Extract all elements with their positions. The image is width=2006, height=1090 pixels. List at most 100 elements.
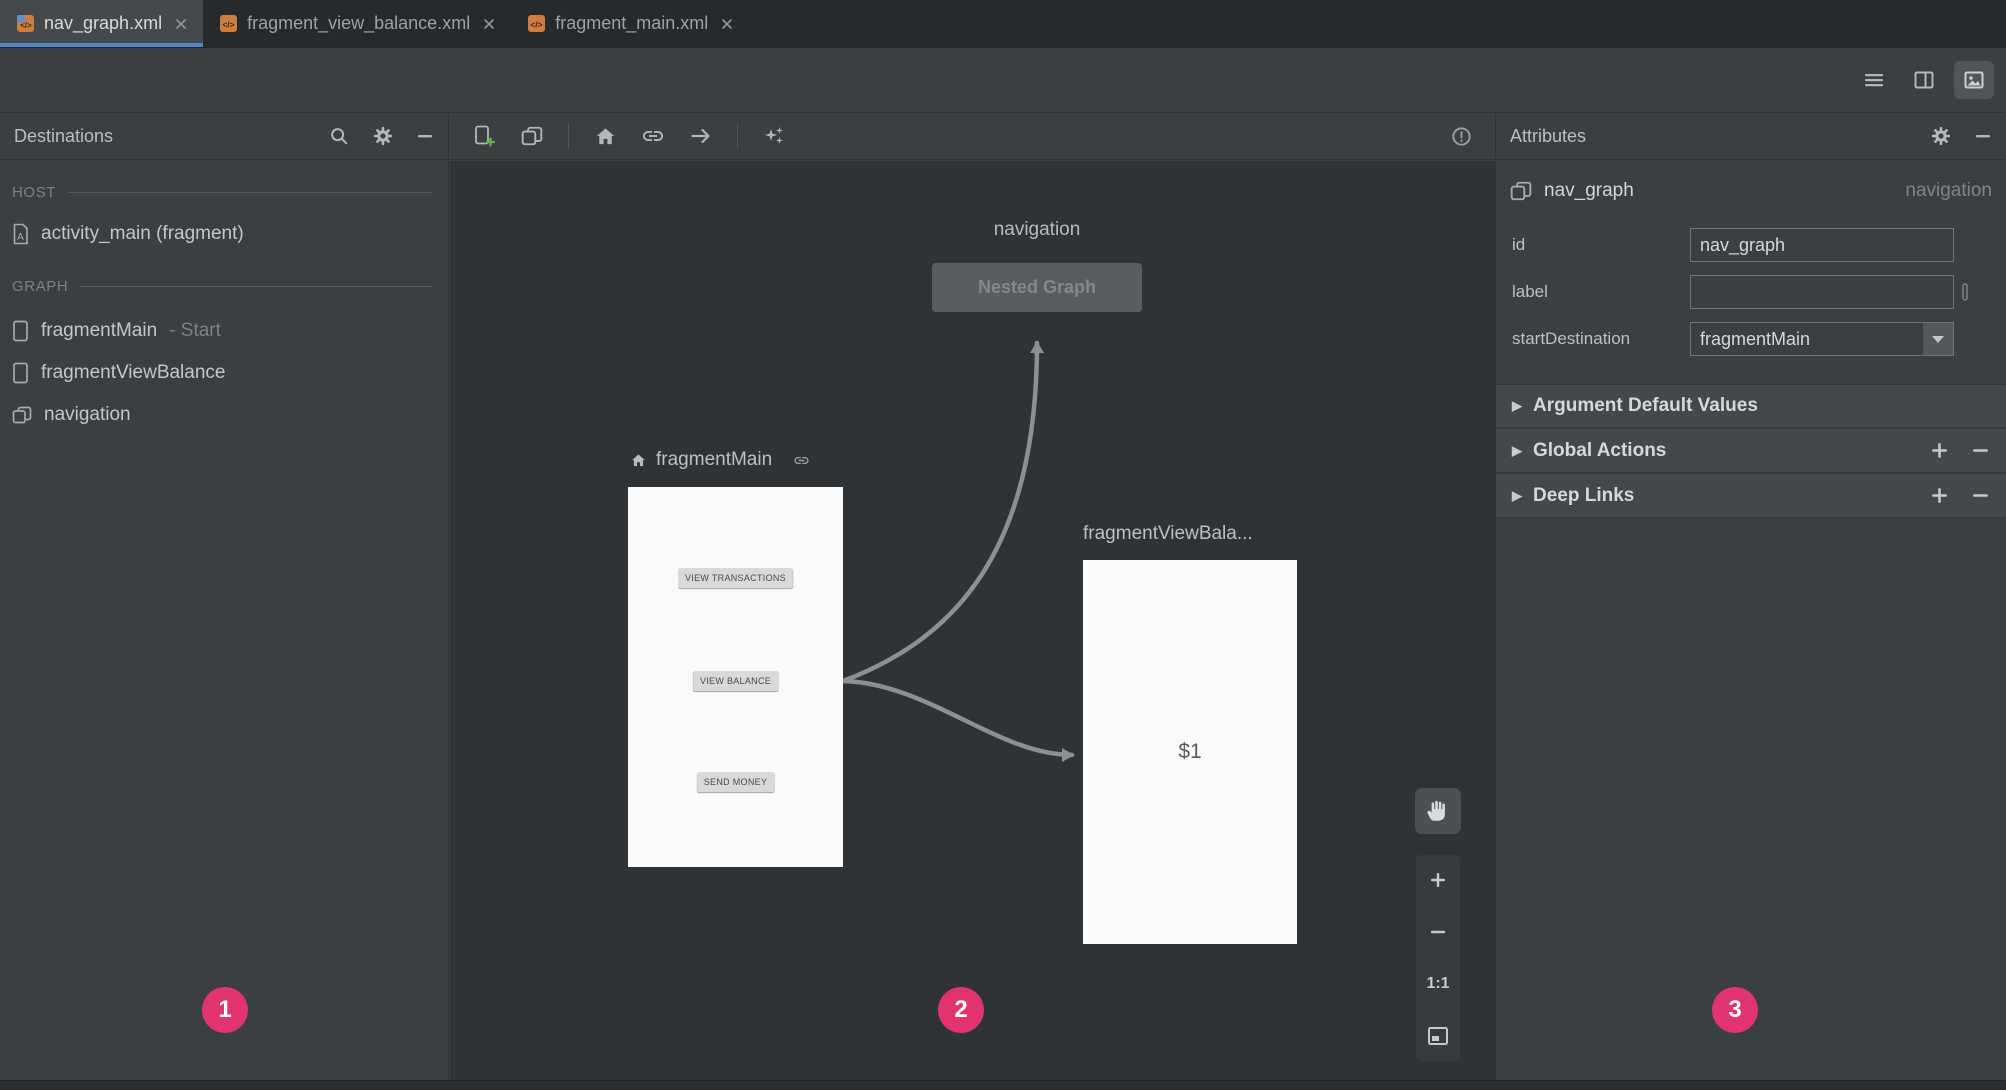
gear-icon[interactable]: [1930, 125, 1952, 147]
id-field[interactable]: [1690, 228, 1954, 262]
activity-icon: A: [12, 223, 29, 245]
callout-badge-3: 3: [1712, 987, 1758, 1033]
label-field-row: label: [1512, 275, 1994, 309]
view-mode-toggles: [1854, 61, 1994, 99]
callout-badge-1: 1: [202, 987, 248, 1033]
component-name: nav_graph: [1544, 180, 1634, 201]
attributes-title: Attributes: [1510, 125, 1587, 146]
component-type: navigation: [1905, 180, 1992, 201]
xml-file-icon: </>: [527, 14, 546, 33]
nav-editor-toolbar: [450, 113, 1495, 160]
preview-button: VIEW BALANCE: [692, 671, 779, 691]
fragment-main-preview[interactable]: VIEW TRANSACTIONS VIEW BALANCE SEND MONE…: [628, 487, 843, 867]
destination-navigation[interactable]: navigation: [0, 394, 448, 436]
fragment-icon: [12, 320, 29, 342]
graph-section-label: GRAPH: [0, 268, 448, 304]
destinations-panel: Destinations HOST A activity_main (fragm…: [0, 113, 449, 1080]
nested-graph-node[interactable]: Nested Graph: [932, 263, 1142, 312]
zoom-in-button[interactable]: [1422, 865, 1454, 895]
preview-button: SEND MONEY: [696, 772, 775, 792]
toolbar-divider: [737, 123, 738, 149]
nested-graph-icon: [1510, 181, 1532, 201]
tab-label: nav_graph.xml: [44, 13, 163, 33]
field-marker-icon[interactable]: [1960, 281, 1970, 303]
xml-file-icon: </>: [219, 14, 238, 33]
attributes-header: Attributes: [1496, 113, 2006, 160]
label-field-label: label: [1512, 282, 1548, 301]
preview-text: $1: [1178, 740, 1202, 763]
tab-fragment-main-xml[interactable]: </> fragment_main.xml: [511, 0, 749, 47]
fragment-main-node-label[interactable]: fragmentMain: [630, 449, 810, 471]
svg-text:</>: </>: [222, 20, 234, 30]
chevron-right-icon: ▶: [1512, 398, 1522, 413]
design-view-icon[interactable]: [1954, 61, 1994, 99]
pan-tool-button[interactable]: [1415, 788, 1461, 834]
chevron-down-icon[interactable]: [1923, 323, 1953, 355]
window-bottom-edge: [0, 1080, 2006, 1090]
nested-graph-title: navigation: [993, 219, 1081, 240]
host-section-label: HOST: [0, 174, 448, 210]
nested-graph-icon: [12, 406, 32, 424]
start-destination-suffix: - Start: [169, 320, 221, 341]
destination-fragment-main[interactable]: fragmentMain - Start: [0, 310, 448, 352]
split-view-icon[interactable]: [1904, 61, 1944, 99]
close-icon[interactable]: [175, 18, 187, 30]
selected-component-row: nav_graph navigation: [1496, 168, 2006, 214]
label-field[interactable]: [1690, 275, 1954, 309]
android-studio-window: </> nav_graph.xml </> fragment_view_bala…: [0, 0, 2006, 1090]
hand-icon: [1425, 798, 1451, 824]
link-icon[interactable]: [637, 120, 669, 152]
gear-icon[interactable]: [372, 125, 394, 147]
svg-text:</>: </>: [20, 21, 32, 30]
search-icon[interactable]: [328, 125, 350, 147]
remove-icon[interactable]: [1971, 441, 1990, 460]
toolbar-divider: [568, 123, 569, 149]
destinations-header: Destinations: [0, 113, 448, 160]
section-global-actions[interactable]: ▶ Global Actions: [1496, 429, 2006, 474]
nav-graph-canvas[interactable]: navigation Nested Graph fragmentMain VIE…: [450, 161, 1495, 1080]
svg-text:</>: </>: [531, 20, 543, 30]
hide-panel-icon[interactable]: [416, 127, 434, 145]
close-icon[interactable]: [483, 18, 495, 30]
editor-toolbar-row: [0, 48, 2006, 113]
tab-label: fragment_main.xml: [555, 13, 709, 33]
fragment-icon: [12, 362, 29, 384]
add-icon[interactable]: [1930, 486, 1949, 505]
add-icon[interactable]: [1930, 441, 1949, 460]
fragment-view-balance-preview[interactable]: $1: [1083, 560, 1297, 944]
destination-activity-main[interactable]: A activity_main (fragment): [0, 210, 448, 258]
home-icon[interactable]: [589, 120, 621, 152]
section-argument-default-values[interactable]: ▶ Argument Default Values: [1496, 384, 2006, 429]
start-destination-select[interactable]: fragmentMain: [1690, 322, 1954, 356]
nav-editor-panel: navigation Nested Graph fragmentMain VIE…: [450, 113, 1495, 1080]
start-destination-field-row: startDestination fragmentMain: [1512, 322, 1994, 356]
tab-label: fragment_view_balance.xml: [247, 13, 471, 33]
zoom-reset-button[interactable]: 1:1: [1422, 969, 1454, 999]
new-destination-icon[interactable]: [468, 120, 500, 152]
new-nested-graph-icon[interactable]: [516, 120, 548, 152]
svg-text:A: A: [17, 232, 24, 243]
fragment-view-balance-node-label[interactable]: fragmentViewBala...: [1083, 523, 1253, 545]
preview-button: VIEW TRANSACTIONS: [678, 568, 793, 588]
destination-fragment-view-balance[interactable]: fragmentViewBalance: [0, 352, 448, 394]
zoom-to-fit-button[interactable]: [1422, 1021, 1454, 1051]
id-field-label: id: [1512, 235, 1526, 254]
hide-panel-icon[interactable]: [1974, 127, 1992, 145]
start-destination-field-label: startDestination: [1512, 329, 1631, 348]
attributes-panel: Attributes nav_graph navigation id label: [1495, 113, 2006, 1080]
start-home-icon: [630, 452, 647, 469]
code-view-icon[interactable]: [1854, 61, 1894, 99]
callout-badge-2: 2: [938, 987, 984, 1033]
link-icon: [793, 452, 810, 469]
tab-nav-graph-xml[interactable]: </> nav_graph.xml: [0, 0, 204, 47]
close-icon[interactable]: [721, 18, 733, 30]
warning-icon[interactable]: [1445, 120, 1477, 152]
editor-tabbar: </> nav_graph.xml </> fragment_view_bala…: [0, 0, 2006, 48]
remove-icon[interactable]: [1971, 486, 1990, 505]
section-deep-links[interactable]: ▶ Deep Links: [1496, 474, 2006, 519]
action-arrow-icon[interactable]: [685, 120, 717, 152]
auto-arrange-sparkles-icon[interactable]: [758, 120, 790, 152]
chevron-right-icon: ▶: [1512, 487, 1522, 503]
tab-fragment-view-balance-xml[interactable]: </> fragment_view_balance.xml: [203, 0, 511, 47]
zoom-out-button[interactable]: [1422, 917, 1454, 947]
